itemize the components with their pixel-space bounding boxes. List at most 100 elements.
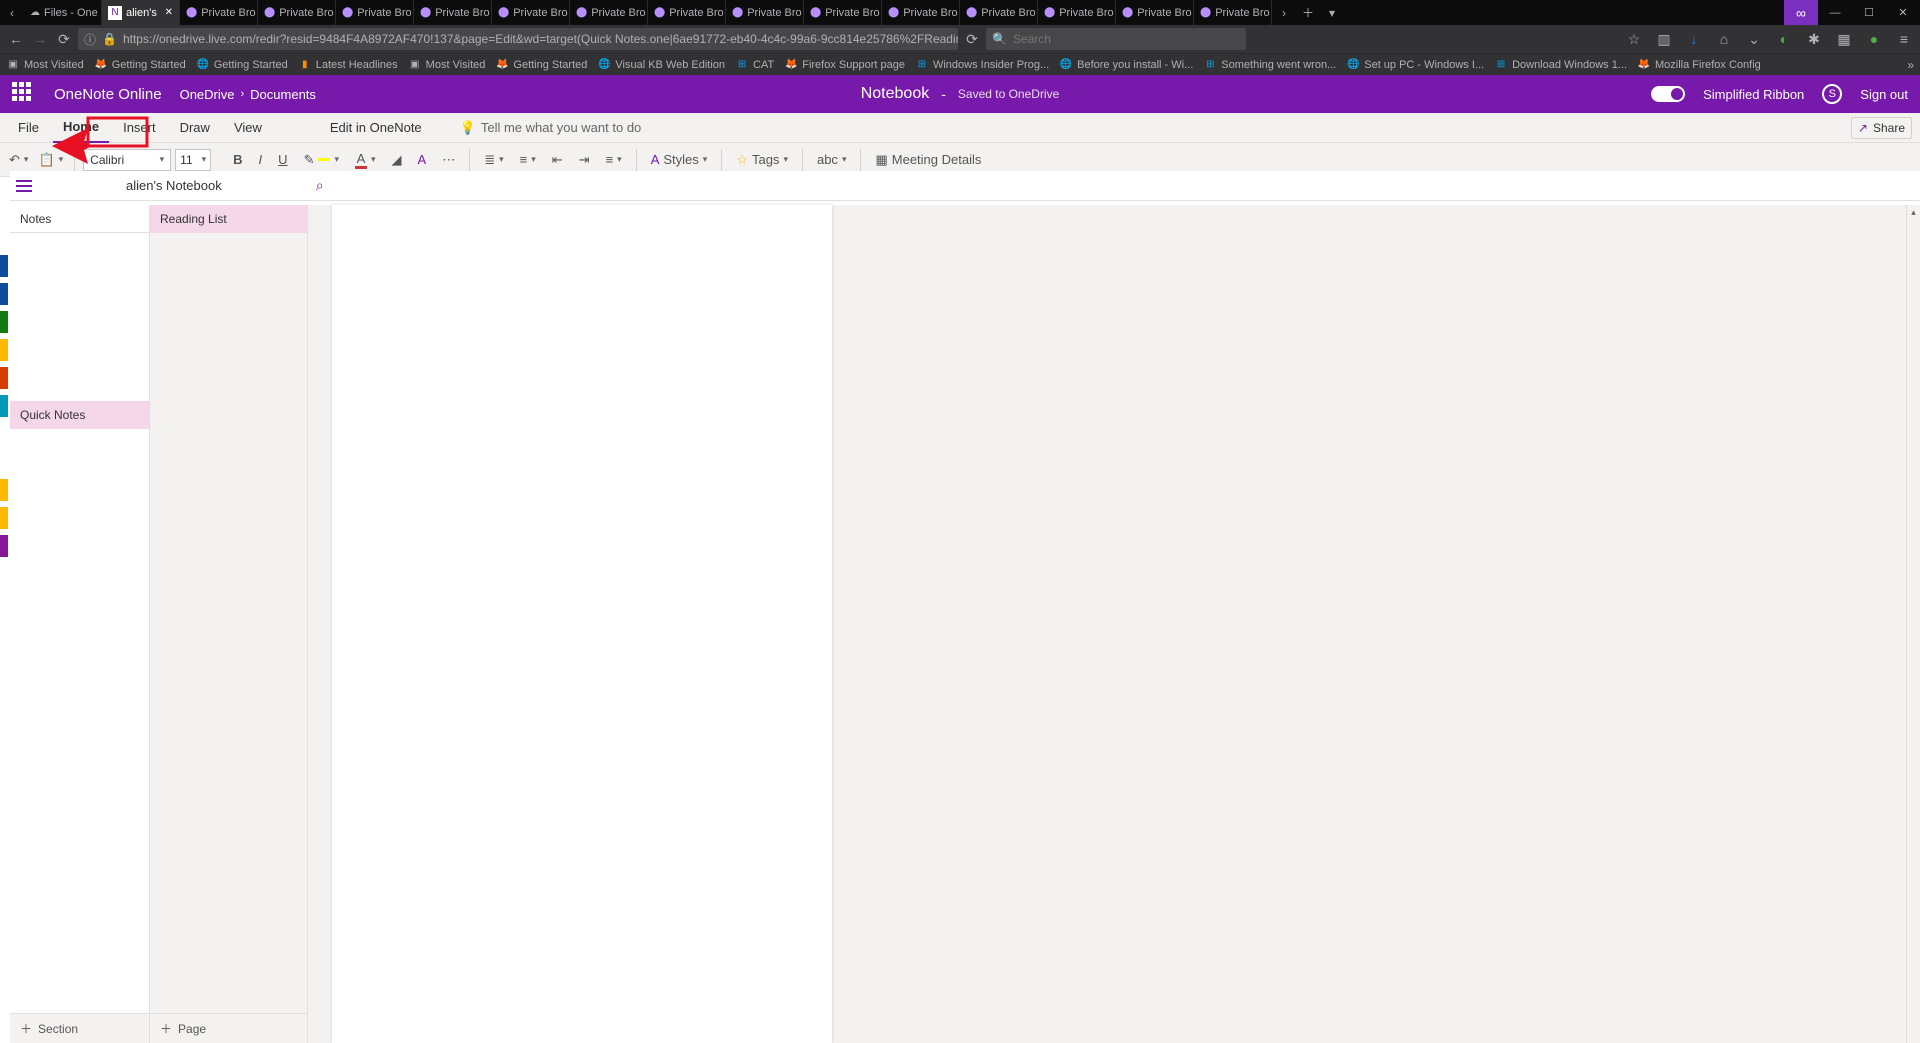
skype-icon[interactable]: S <box>1822 84 1842 104</box>
bold-button[interactable]: B <box>227 148 248 172</box>
bullet-list-button[interactable]: ≣▾ <box>478 148 509 172</box>
add-section-button[interactable]: ＋ Section <box>10 1013 149 1043</box>
tab-scroll-left[interactable]: ‹ <box>0 0 24 25</box>
notebook-color-tab[interactable] <box>0 479 8 501</box>
library-icon[interactable]: ▥ <box>1654 29 1674 49</box>
undo-button[interactable]: ↶▾ <box>6 148 31 172</box>
addon-icon[interactable]: ◐ <box>1774 29 1794 49</box>
bookmark-item[interactable]: ⊞CAT <box>735 58 774 72</box>
page-canvas[interactable]: ▴ <box>308 205 1920 1043</box>
close-icon[interactable]: ✕ <box>165 7 173 18</box>
browser-tab[interactable]: ⬤Private Bro <box>882 0 960 25</box>
notebook-color-tab[interactable] <box>0 283 8 305</box>
bookmark-item[interactable]: ▣Most Visited <box>6 58 84 72</box>
browser-tab[interactable]: ⬤Private Bro <box>414 0 492 25</box>
back-button[interactable]: ← <box>6 29 26 49</box>
browser-tab[interactable]: ☁ Files - One <box>24 0 102 25</box>
pocket-icon[interactable]: ⌄ <box>1744 29 1764 49</box>
section-item[interactable]: Quick Notes <box>10 401 149 429</box>
browser-tab[interactable]: ⬤Private Bro <box>492 0 570 25</box>
font-size-selector[interactable]: 11▾ <box>175 149 211 171</box>
notebook-name[interactable]: alien's Notebook <box>126 178 222 193</box>
outdent-button[interactable]: ⇤ <box>546 148 569 172</box>
font-color-button[interactable]: A▾ <box>349 148 382 172</box>
browser-tab[interactable]: ⬤Private Bro <box>804 0 882 25</box>
browser-tab[interactable]: ⬤Private Bro <box>1194 0 1272 25</box>
indent-button[interactable]: ⇥ <box>573 148 596 172</box>
bookmark-item[interactable]: 🦊Getting Started <box>94 58 186 72</box>
paste-button[interactable]: 📋▾ <box>35 148 66 172</box>
bookmark-item[interactable]: ▮Latest Headlines <box>298 58 398 72</box>
page-item[interactable]: Reading List <box>150 205 307 233</box>
italic-button[interactable]: I <box>253 148 269 172</box>
bookmark-item[interactable]: ⊞Something went wron... <box>1203 58 1336 72</box>
number-list-button[interactable]: ≡▾ <box>514 148 542 172</box>
simplified-ribbon-toggle[interactable] <box>1651 86 1685 102</box>
breadcrumb-item[interactable]: Documents <box>250 87 316 102</box>
tab-draw[interactable]: Draw <box>170 113 220 143</box>
page-sheet[interactable] <box>332 205 832 1043</box>
scroll-up-icon[interactable]: ▴ <box>1907 205 1920 219</box>
download-icon[interactable]: ↓ <box>1684 29 1704 49</box>
addon-icon[interactable]: ● <box>1864 29 1884 49</box>
window-maximize[interactable]: ☐ <box>1852 0 1886 25</box>
spellcheck-button[interactable]: abc▾ <box>811 148 853 172</box>
tab-home[interactable]: Home <box>53 113 109 143</box>
tab-view[interactable]: View <box>224 113 272 143</box>
bookmark-item[interactable]: 🌐Getting Started <box>196 58 288 72</box>
share-button[interactable]: ↗ Share <box>1851 117 1912 139</box>
format-painter-button[interactable]: A <box>412 148 433 172</box>
url-bar[interactable]: ⓘ 🔒 https://onedrive.live.com/redir?resi… <box>78 28 958 50</box>
nav-toggle-button[interactable] <box>16 176 36 196</box>
home-icon[interactable]: ⌂ <box>1714 29 1734 49</box>
notebook-color-tab[interactable] <box>0 535 8 557</box>
bookmark-item[interactable]: 🦊Mozilla Firefox Config <box>1637 58 1761 72</box>
tab-file[interactable]: File <box>8 113 49 143</box>
vertical-scrollbar[interactable]: ▴ <box>1906 205 1920 1043</box>
bookmarks-overflow-icon[interactable]: » <box>1907 58 1914 72</box>
bookmark-star-icon[interactable]: ☆ <box>1624 29 1644 49</box>
info-icon[interactable]: ⓘ <box>84 31 96 48</box>
notebook-color-tab[interactable] <box>0 507 8 529</box>
notebook-color-tab[interactable] <box>0 395 8 417</box>
tab-scroll-right[interactable]: › <box>1272 0 1296 25</box>
edit-in-onenote[interactable]: Edit in OneNote <box>320 113 432 143</box>
add-page-button[interactable]: ＋ Page <box>150 1013 307 1043</box>
search-icon[interactable]: ⌕ <box>316 177 324 194</box>
browser-tab[interactable]: ⬤Private Bro <box>336 0 414 25</box>
addon-icon[interactable]: ▦ <box>1834 29 1854 49</box>
search-bar[interactable]: 🔍 <box>986 28 1246 50</box>
bookmark-item[interactable]: 🦊Getting Started <box>495 58 587 72</box>
new-tab-button[interactable]: ＋ <box>1296 0 1320 25</box>
notebook-color-tab[interactable] <box>0 367 8 389</box>
tell-me-search[interactable]: 💡 Tell me what you want to do <box>460 120 642 136</box>
browser-tab[interactable]: ⬤Private Bro <box>258 0 336 25</box>
notebook-color-tab[interactable] <box>0 311 8 333</box>
browser-tab[interactable]: ⬤Private Bro <box>1038 0 1116 25</box>
bookmark-item[interactable]: 🌐Visual KB Web Edition <box>597 58 725 72</box>
bookmark-item[interactable]: ⊞Download Windows 1... <box>1494 58 1627 72</box>
more-font-options[interactable]: ⋯ <box>436 148 461 172</box>
align-button[interactable]: ≡▾ <box>600 148 628 172</box>
font-name-selector[interactable]: Calibri▾ <box>83 149 171 171</box>
browser-tab[interactable]: ⬤Private Bro <box>648 0 726 25</box>
bookmark-item[interactable]: 🌐Before you install - Wi... <box>1059 58 1193 72</box>
hamburger-menu-icon[interactable]: ≡ <box>1894 29 1914 49</box>
browser-tab[interactable]: ⬤Private Bro <box>180 0 258 25</box>
browser-tab[interactable]: ⬤Private Bro <box>726 0 804 25</box>
tab-insert[interactable]: Insert <box>113 113 166 143</box>
reload-button[interactable]: ⟳ <box>54 29 74 49</box>
notebook-color-tab[interactable] <box>0 339 8 361</box>
underline-button[interactable]: U <box>272 148 293 172</box>
breadcrumb-item[interactable]: OneDrive <box>180 87 235 102</box>
notebook-color-tab[interactable] <box>0 255 8 277</box>
reload-button-inline[interactable]: ⟳ <box>962 29 982 49</box>
bookmark-item[interactable]: 🦊Firefox Support page <box>784 58 905 72</box>
highlight-button[interactable]: ✎▾ <box>298 148 345 172</box>
window-minimize[interactable]: — <box>1818 0 1852 25</box>
browser-tab[interactable]: ⬤Private Bro <box>1116 0 1194 25</box>
browser-tab[interactable]: ⬤Private Bro <box>570 0 648 25</box>
window-close[interactable]: ✕ <box>1886 0 1920 25</box>
tags-button[interactable]: ☆ Tags▾ <box>730 148 794 172</box>
search-input[interactable] <box>1013 32 1240 46</box>
